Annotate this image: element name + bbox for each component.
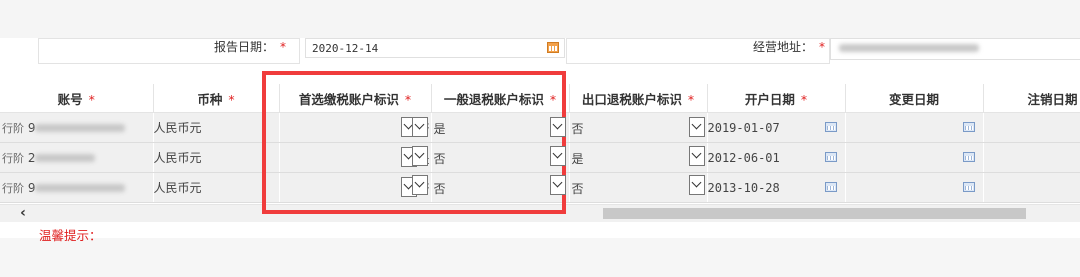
change-date-cell[interactable] (845, 112, 984, 143)
account-number-blurred (35, 183, 126, 192)
chevron-down-icon[interactable] (689, 175, 705, 195)
currency-cell: 人民币元 (153, 112, 280, 143)
table-row: 行阶 9 人民币元 否 否 否 2013-10-28 (0, 172, 1080, 203)
col-header-currency[interactable]: 币种 * (153, 84, 280, 113)
col-header-close-date[interactable]: 注销日期 (983, 84, 1080, 113)
scroll-left-icon[interactable]: ‹ (16, 205, 30, 222)
account-cell[interactable]: 行阶 2 (0, 142, 154, 173)
calendar-icon[interactable] (824, 152, 837, 162)
general-refund-select[interactable]: 否 (431, 172, 570, 203)
preferred-tax-select[interactable]: 是 (279, 142, 432, 173)
calendar-icon[interactable] (962, 182, 975, 192)
close-date-cell[interactable] (983, 142, 1080, 173)
open-date-cell[interactable]: 2012-06-01 (707, 142, 846, 173)
bank-account-table: 账号 * 币种 * 首选缴税账户标识 * 一般退税账户标识 * 出口退税账户标识 * 开户… (0, 84, 1080, 203)
col-header-account[interactable]: 账号 * (0, 84, 154, 113)
col-header-change-date[interactable]: 变更日期 (845, 84, 984, 113)
top-band (0, 0, 1080, 38)
address-input[interactable] (830, 38, 1080, 60)
export-refund-select[interactable]: 否 (569, 112, 708, 143)
chevron-down-icon[interactable] (412, 175, 428, 195)
preferred-tax-select[interactable]: 否 (279, 172, 432, 203)
account-cell[interactable]: 行阶 9 (0, 172, 154, 203)
preferred-tax-select[interactable]: 否 (279, 112, 432, 143)
export-refund-select[interactable]: 是 (569, 142, 708, 173)
address-label: 经营地址： * (753, 40, 826, 54)
chevron-down-icon[interactable] (689, 146, 705, 166)
report-date-input[interactable]: 2020-12-14 (305, 38, 565, 58)
chevron-down-icon[interactable] (412, 146, 428, 166)
account-cell[interactable]: 行阶 9 (0, 112, 154, 143)
calendar-icon[interactable] (824, 122, 837, 132)
change-date-cell[interactable] (845, 142, 984, 173)
currency-cell: 人民币元 (153, 172, 280, 203)
calendar-icon[interactable] (824, 182, 837, 192)
horizontal-scrollbar[interactable]: ‹ (0, 204, 1080, 222)
open-date-cell[interactable]: 2019-01-07 (707, 112, 846, 143)
general-refund-select[interactable]: 是 (431, 112, 570, 143)
col-header-export-refund[interactable]: 出口退税账户标识 * (569, 84, 708, 113)
chevron-down-icon[interactable] (550, 175, 566, 195)
chevron-down-icon[interactable] (412, 117, 428, 137)
export-refund-select[interactable]: 否 (569, 172, 708, 203)
table-row: 行阶 9 人民币元 否 是 否 2019-01-07 (0, 112, 1080, 143)
warm-tip-label: 温馨提示： (39, 228, 102, 243)
col-header-general-refund[interactable]: 一般退税账户标识 * (431, 84, 570, 113)
general-refund-select[interactable]: 否 (431, 142, 570, 173)
account-number-blurred (35, 153, 96, 162)
currency-cell: 人民币元 (153, 142, 280, 173)
change-date-cell[interactable] (845, 172, 984, 203)
close-date-cell[interactable] (983, 112, 1080, 143)
account-number-blurred (35, 123, 126, 132)
chevron-down-icon[interactable] (550, 146, 566, 166)
calendar-icon[interactable] (962, 152, 975, 162)
chevron-down-icon[interactable] (550, 117, 566, 137)
address-value-blurred (839, 44, 979, 52)
col-header-preferred-tax[interactable]: 首选缴税账户标识 * (279, 84, 432, 113)
table-header-row: 账号 * 币种 * 首选缴税账户标识 * 一般退税账户标识 * 出口退税账户标识 * 开户… (0, 84, 1080, 113)
col-header-open-date[interactable]: 开户日期 * (707, 84, 846, 113)
scrollbar-thumb[interactable] (603, 208, 1026, 219)
chevron-down-icon[interactable] (689, 117, 705, 137)
open-date-cell[interactable]: 2013-10-28 (707, 172, 846, 203)
report-date-label: 报告日期： * (214, 40, 287, 54)
table-row: 行阶 2 人民币元 是 否 是 2012-06-01 (0, 142, 1080, 173)
close-date-cell[interactable] (983, 172, 1080, 203)
calendar-icon[interactable] (547, 42, 559, 53)
report-date-value: 2020-12-14 (312, 42, 379, 55)
calendar-icon[interactable] (962, 122, 975, 132)
